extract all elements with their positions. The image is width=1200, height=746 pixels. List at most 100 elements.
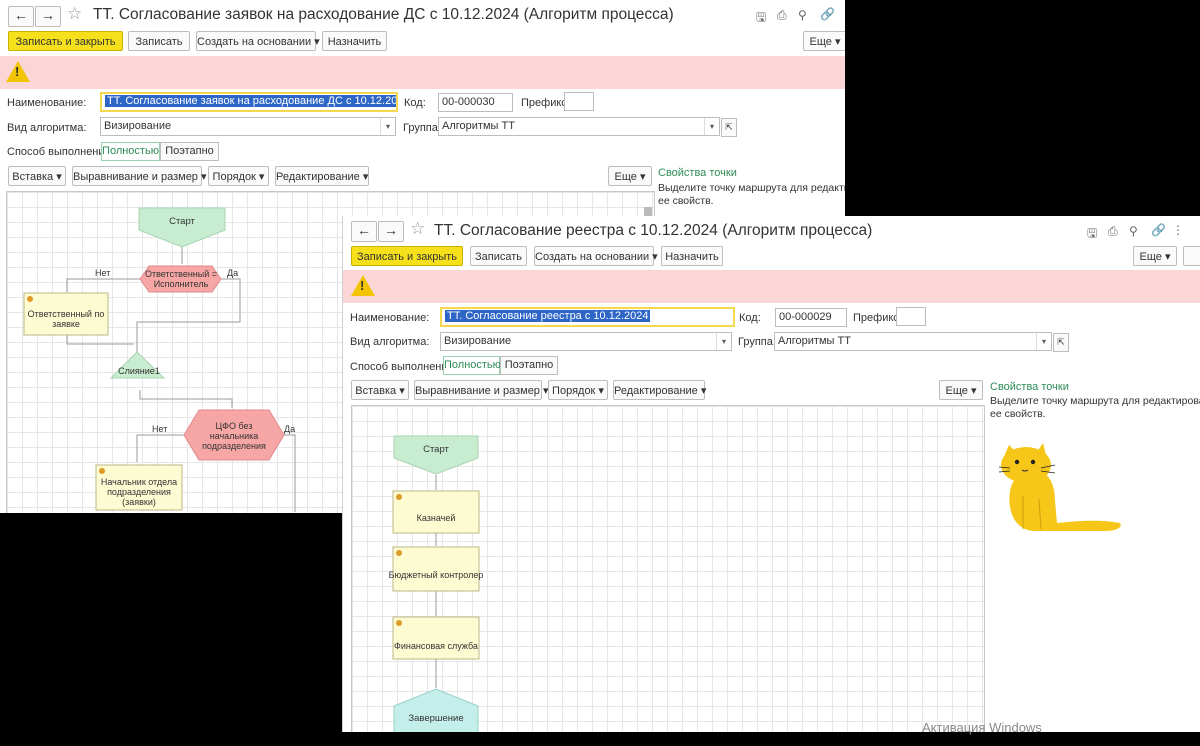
forward-arrow-icon[interactable]: → (35, 6, 61, 27)
props-title: Свойства точки (658, 167, 737, 179)
start-node[interactable] (138, 207, 226, 248)
create-based-dropdown[interactable]: Создать на основании ▾ (196, 31, 320, 51)
method-step-tab[interactable]: Поэтапно (160, 142, 219, 161)
back-arrow-icon[interactable]: ← (351, 221, 377, 242)
group-value: Алгоритмы ТТ (778, 335, 851, 347)
code-input[interactable]: 00-000029 (775, 308, 847, 327)
group-select[interactable]: Алгоритмы ТТ ▾ (774, 332, 1052, 351)
more-dropdown[interactable]: Еще ▾ (1133, 246, 1177, 266)
prefix-input[interactable] (564, 92, 594, 111)
more-dropdown[interactable]: Еще ▾ (803, 31, 845, 51)
condition-2-line1: ЦФО без (216, 421, 253, 431)
back-arrow-icon[interactable]: ← (8, 6, 34, 27)
props-text-line1: Выделите точку маршрута для редактирован… (990, 395, 1200, 407)
assign-button[interactable]: Назначить (661, 246, 723, 266)
step-3-label: Финансовая служба (394, 641, 478, 651)
star-icon[interactable]: ☆ (67, 4, 82, 24)
open-link-icon[interactable]: ⇱ (721, 118, 737, 137)
window-title: ТТ. Согласование заявок на расходование … (93, 6, 674, 23)
edit-label: Редактирование (614, 385, 698, 397)
search-doc-icon[interactable]: ⚲ (798, 8, 807, 22)
no-label-1: Нет (95, 268, 110, 278)
window-reestr: ← → ☆ ТТ. Согласование реестра с 10.12.2… (342, 216, 1200, 732)
warning-bar: ! (343, 270, 1200, 303)
link-icon[interactable]: 🔗 (1151, 223, 1166, 237)
link-icon[interactable]: 🔗 (820, 7, 835, 21)
warning-bar: ! (0, 56, 845, 89)
algo-select[interactable]: Визирование ▾ (100, 117, 396, 136)
insert-dropdown[interactable]: Вставка ▾ (8, 166, 66, 186)
user-icon (27, 296, 33, 302)
insert-label: Вставка (355, 385, 397, 397)
insert-dropdown[interactable]: Вставка ▾ (351, 380, 409, 400)
editbar-more-dropdown[interactable]: Еще ▾ (939, 380, 983, 400)
group-value: Алгоритмы ТТ (442, 120, 515, 132)
name-value: ТТ. Согласование реестра с 10.12.2024 (445, 310, 651, 322)
star-icon[interactable]: ☆ (410, 219, 425, 239)
align-label: Выравнивание и размер (415, 385, 540, 397)
method-full-tab[interactable]: Полностью (443, 356, 501, 375)
edit-dropdown[interactable]: Редактирование ▾ (613, 380, 706, 400)
order-dropdown[interactable]: Порядок ▾ (208, 166, 269, 186)
extra-button[interactable] (1183, 246, 1200, 266)
print-icon[interactable]: ⎙ (777, 8, 787, 23)
create-based-dropdown[interactable]: Создать на основании ▾ (534, 246, 658, 266)
chevron-down-icon[interactable]: ▾ (716, 333, 731, 350)
editbar-more-label: Еще (614, 171, 637, 183)
save-disk-icon[interactable]: 🖫 (1087, 224, 1097, 245)
window-title: ТТ. Согласование реестра с 10.12.2024 (А… (434, 222, 873, 239)
diagram-canvas[interactable]: Старт Казначей Бюджетный контролер Финан… (351, 405, 985, 732)
more-label: Еще (809, 36, 832, 48)
create-based-label: Создать на основании (535, 251, 650, 263)
props-text: Выделите точку маршрута для редактирован… (658, 182, 845, 208)
edit-dropdown[interactable]: Редактирование ▾ (275, 166, 369, 186)
start-node[interactable] (393, 435, 479, 475)
props-text-line1: Выделите точку маршрута для редактирован… (658, 182, 845, 194)
code-label: Код: (739, 312, 761, 324)
save-close-button[interactable]: Записать и закрыть (351, 246, 463, 266)
warning-icon: ! (351, 275, 375, 296)
save-disk-icon[interactable]: 🖫 (756, 8, 766, 29)
save-button[interactable]: Записать (470, 246, 527, 266)
task-1-line2: заявке (52, 319, 80, 329)
print-icon[interactable]: ⎙ (1108, 224, 1118, 239)
task-node-3[interactable] (392, 616, 480, 660)
group-label: Группа: (403, 122, 441, 134)
open-link-icon[interactable]: ⇱ (1053, 333, 1069, 352)
diagram-svg: Старт Казначей Бюджетный контролер Финан… (389, 435, 483, 732)
assign-button[interactable]: Назначить (322, 31, 387, 51)
chevron-down-icon[interactable]: ▾ (704, 118, 719, 135)
editbar-more-dropdown[interactable]: Еще ▾ (608, 166, 652, 186)
warning-icon: ! (6, 61, 30, 82)
method-full-tab[interactable]: Полностью (101, 142, 160, 161)
algo-select[interactable]: Визирование ▾ (440, 332, 732, 351)
algo-value: Визирование (104, 120, 172, 132)
order-label: Порядок (552, 385, 596, 397)
align-label: Выравнивание и размер (73, 171, 198, 183)
align-dropdown[interactable]: Выравнивание и размер ▾ (414, 380, 549, 400)
method-step-tab[interactable]: Поэтапно (500, 356, 558, 375)
more-vertical-icon[interactable]: ⋮ (1172, 223, 1184, 237)
save-close-button[interactable]: Записать и закрыть (8, 31, 123, 51)
end-node[interactable] (393, 688, 479, 732)
align-dropdown[interactable]: Выравнивание и размер ▾ (72, 166, 207, 186)
props-title: Свойства точки (990, 381, 1069, 393)
group-select[interactable]: Алгоритмы ТТ ▾ (438, 117, 720, 136)
save-button[interactable]: Записать (128, 31, 190, 51)
chevron-down-icon[interactable]: ▾ (1036, 333, 1051, 350)
merge-label: Слияние1 (118, 366, 160, 376)
forward-arrow-icon[interactable]: → (378, 221, 404, 242)
task-2-line2: подразделения (107, 487, 171, 497)
order-dropdown[interactable]: Порядок ▾ (548, 380, 608, 400)
task-node-1[interactable] (392, 490, 480, 534)
cat-illustration (998, 443, 1121, 531)
editbar-more-label: Еще (945, 385, 968, 397)
prefix-input[interactable] (896, 307, 926, 326)
search-doc-icon[interactable]: ⚲ (1129, 224, 1138, 238)
name-input[interactable]: ТТ. Согласование реестра с 10.12.2024 (440, 307, 735, 327)
chevron-down-icon[interactable]: ▾ (380, 118, 395, 135)
task-node-2[interactable] (392, 546, 480, 592)
method-label: Способ выполнения: (7, 146, 114, 158)
name-input[interactable]: ТТ. Согласование заявок на расходование … (100, 92, 398, 112)
code-input[interactable]: 00-000030 (438, 93, 513, 112)
